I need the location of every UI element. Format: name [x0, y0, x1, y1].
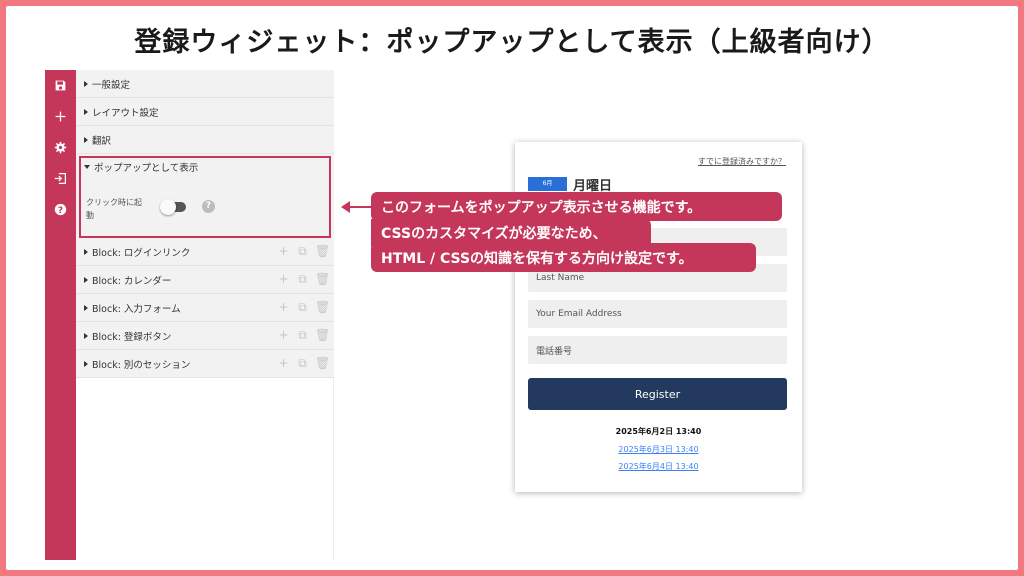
block-row[interactable]: Block: ログインリンク + ⧉ 🗑	[76, 238, 334, 266]
section-label: 一般設定	[92, 79, 131, 91]
page-title: 登録ウィジェット：ポップアップとして表示（上級者向け）	[134, 27, 890, 58]
exit-icon[interactable]	[45, 167, 76, 189]
add-icon[interactable]: +	[277, 301, 290, 314]
gear-icon[interactable]	[45, 136, 76, 158]
phone-field[interactable]: 電話番号	[528, 336, 787, 364]
caret-right-icon	[84, 276, 88, 283]
login-link[interactable]: すでに登録済みですか？	[698, 156, 786, 167]
block-label: Block: カレンダー	[92, 275, 172, 287]
trash-icon[interactable]: 🗑	[315, 357, 330, 370]
caret-right-icon	[84, 360, 88, 367]
section-label: 翻訳	[92, 135, 112, 147]
help-icon[interactable]: ?	[45, 198, 76, 220]
caret-right-icon	[84, 136, 88, 143]
session-link[interactable]: 2025年6月3日 13:40	[515, 444, 802, 455]
duplicate-icon[interactable]: ⧉	[296, 245, 309, 258]
session-link[interactable]: 2025年6月4日 13:40	[515, 461, 802, 472]
email-field[interactable]: Your Email Address	[528, 300, 787, 328]
duplicate-icon[interactable]: ⧉	[296, 357, 309, 370]
calendar-month: 6月	[528, 177, 567, 191]
add-icon[interactable]: +	[277, 273, 290, 286]
block-label: Block: ログインリンク	[92, 247, 191, 259]
block-row[interactable]: Block: カレンダー + ⧉ 🗑	[76, 266, 334, 294]
caret-right-icon	[84, 304, 88, 311]
trash-icon[interactable]: 🗑	[315, 329, 330, 342]
callout-line-1: このフォームをポップアップ表示させる機能です。	[371, 192, 782, 221]
duplicate-icon[interactable]: ⧉	[296, 301, 309, 314]
caret-right-icon	[84, 248, 88, 255]
add-icon[interactable]: +	[277, 245, 290, 258]
duplicate-icon[interactable]: ⧉	[296, 329, 309, 342]
editor-toolbar: ?	[45, 70, 76, 560]
callout-line-3: HTML / CSSの知識を保有する方向け設定です。	[371, 243, 756, 272]
duplicate-icon[interactable]: ⧉	[296, 273, 309, 286]
svg-text:?: ?	[58, 205, 63, 215]
block-row[interactable]: Block: 別のセッション + ⧉ 🗑	[76, 350, 334, 378]
save-icon[interactable]	[45, 74, 76, 96]
arrow-line	[348, 206, 372, 208]
block-row[interactable]: Block: 入力フォーム + ⧉ 🗑	[76, 294, 334, 322]
block-row[interactable]: Block: 登録ボタン + ⧉ 🗑	[76, 322, 334, 350]
popup-highlight-box	[79, 156, 331, 238]
add-icon[interactable]	[45, 105, 76, 127]
settings-panel: 一般設定 レイアウト設定 翻訳 ポップアップとして表示 クリック時に起動 ? B…	[76, 70, 334, 560]
caret-right-icon	[84, 108, 88, 115]
trash-icon[interactable]: 🗑	[315, 245, 330, 258]
caret-right-icon	[84, 80, 88, 87]
section-layout[interactable]: レイアウト設定	[76, 98, 334, 126]
trash-icon[interactable]: 🗑	[315, 273, 330, 286]
add-icon[interactable]: +	[277, 329, 290, 342]
block-label: Block: 別のセッション	[92, 359, 191, 371]
caret-right-icon	[84, 332, 88, 339]
session-current: 2025年6月2日 13:40	[615, 427, 702, 436]
register-button[interactable]: Register	[528, 378, 787, 410]
section-general[interactable]: 一般設定	[76, 70, 334, 98]
block-label: Block: 入力フォーム	[92, 303, 181, 315]
section-translation[interactable]: 翻訳	[76, 126, 334, 154]
add-icon[interactable]: +	[277, 357, 290, 370]
trash-icon[interactable]: 🗑	[315, 301, 330, 314]
section-label: レイアウト設定	[92, 107, 159, 119]
block-label: Block: 登録ボタン	[92, 331, 172, 343]
